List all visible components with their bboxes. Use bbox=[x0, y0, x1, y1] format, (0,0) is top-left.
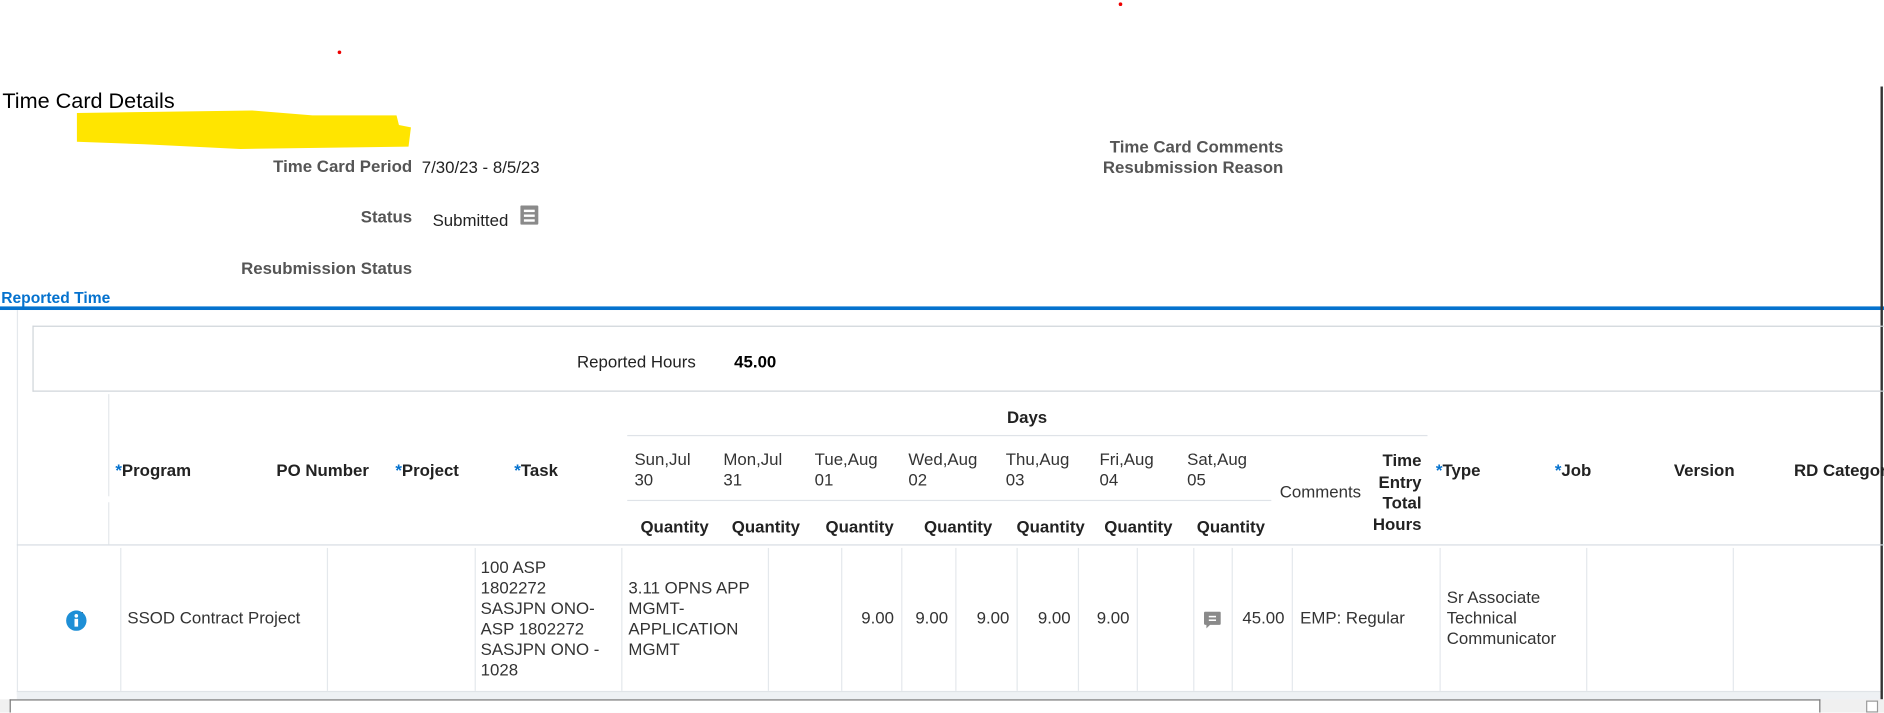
resubmission-reason-label: Resubmission Reason bbox=[1103, 157, 1283, 176]
cell-type: EMP: Regular bbox=[1300, 546, 1432, 691]
reported-hours-label: Reported Hours bbox=[577, 352, 696, 371]
header-version[interactable]: Version bbox=[1674, 460, 1735, 479]
header-job[interactable]: *Job bbox=[1555, 460, 1591, 479]
column-divider bbox=[1137, 548, 1138, 691]
header-quantity-6[interactable]: Quantity bbox=[1197, 517, 1265, 536]
header-day-0: Sun,Jul30 bbox=[634, 449, 690, 490]
column-divider bbox=[475, 548, 476, 691]
column-divider bbox=[327, 548, 328, 691]
column-divider bbox=[1078, 548, 1079, 691]
header-comments[interactable]: Comments bbox=[1280, 482, 1361, 501]
column-divider bbox=[1017, 548, 1018, 691]
time-card-page: Time Card Details Time Card Period 7/30/… bbox=[0, 0, 1884, 713]
header-day-5: Fri,Aug04 bbox=[1099, 449, 1153, 490]
time-card-period-value: 7/30/23 - 8/5/23 bbox=[422, 157, 540, 176]
header-quantity-1[interactable]: Quantity bbox=[732, 517, 800, 536]
section-title-reported-time: Reported Time bbox=[1, 288, 110, 306]
cell-quantity-5[interactable]: 9.00 bbox=[1078, 546, 1130, 691]
comment-icon[interactable] bbox=[1204, 612, 1221, 630]
header-day-2: Tue,Aug01 bbox=[815, 449, 878, 490]
section-divider bbox=[0, 306, 1884, 310]
header-days-group: Days bbox=[1007, 407, 1047, 426]
header-day-6: Sat,Aug05 bbox=[1187, 449, 1247, 490]
cell-project: 100 ASP 1802272 SASJPN ONO-ASP 1802272 S… bbox=[481, 546, 616, 691]
header-task[interactable]: *Task bbox=[514, 460, 558, 479]
header-day-4: Thu,Aug03 bbox=[1006, 449, 1070, 490]
header-program[interactable]: *Program bbox=[115, 460, 191, 479]
header-quantity-5[interactable]: Quantity bbox=[1104, 517, 1172, 536]
cell-quantity-2[interactable]: 9.00 bbox=[901, 546, 948, 691]
red-dot bbox=[1119, 2, 1123, 6]
column-divider bbox=[1586, 548, 1587, 691]
cell-quantity-0[interactable] bbox=[768, 546, 834, 691]
cell-job: Sr Associate Technical Communicator bbox=[1447, 546, 1579, 691]
header-po-number[interactable]: PO Number bbox=[276, 460, 369, 479]
cell-quantity-4[interactable]: 9.00 bbox=[1017, 546, 1071, 691]
cell-quantity-1[interactable]: 9.00 bbox=[841, 546, 894, 691]
cell-po-number bbox=[334, 546, 466, 691]
info-icon[interactable] bbox=[66, 610, 86, 630]
column-divider bbox=[120, 548, 121, 691]
column-divider bbox=[1733, 548, 1734, 691]
header-rd-category[interactable]: RD Category bbox=[1794, 460, 1884, 479]
cell-version bbox=[1593, 546, 1725, 691]
details-list-icon[interactable] bbox=[520, 205, 539, 224]
column-divider bbox=[841, 548, 842, 691]
column-divider bbox=[621, 548, 622, 691]
header-quantity-3[interactable]: Quantity bbox=[924, 517, 992, 536]
reported-hours-value: 45.00 bbox=[734, 352, 776, 371]
column-divider bbox=[901, 548, 902, 691]
horizontal-scrollbar[interactable] bbox=[0, 699, 1884, 712]
resubmission-status-label: Resubmission Status bbox=[241, 258, 412, 277]
status-value: Submitted bbox=[433, 210, 509, 229]
header-quantity-0[interactable]: Quantity bbox=[640, 517, 708, 536]
time-card-comments-label: Time Card Comments bbox=[1110, 137, 1284, 156]
status-label: Status bbox=[361, 207, 412, 226]
column-divider bbox=[1232, 548, 1233, 691]
vertical-scrollbar[interactable] bbox=[1881, 87, 1883, 700]
header-day-3: Wed,Aug02 bbox=[908, 449, 977, 490]
column-divider bbox=[768, 548, 769, 691]
header-day-1: Mon,Jul31 bbox=[723, 449, 782, 490]
header-quantity-4[interactable]: Quantity bbox=[1017, 517, 1085, 536]
scrollbar-thumb[interactable] bbox=[10, 699, 1821, 712]
time-card-period-label: Time Card Period bbox=[273, 156, 412, 175]
cell-quantity-6[interactable] bbox=[1137, 546, 1186, 691]
cell-total-hours: 45.00 bbox=[1232, 546, 1285, 691]
cell-program: SSOD Contract Project bbox=[127, 546, 319, 691]
cell-quantity-3[interactable]: 9.00 bbox=[955, 546, 1009, 691]
column-divider bbox=[1193, 548, 1194, 691]
scroll-right-arrow[interactable] bbox=[1866, 701, 1878, 713]
header-quantity-2[interactable]: Quantity bbox=[825, 517, 893, 536]
column-divider bbox=[955, 548, 956, 691]
header-project[interactable]: *Project bbox=[395, 460, 459, 479]
header-type[interactable]: *Type bbox=[1436, 460, 1481, 479]
column-divider bbox=[1440, 548, 1441, 691]
cell-rd-category bbox=[1740, 546, 1872, 691]
cell-task: 3.11 OPNS APP MGMT-APPLICATION MGMT bbox=[628, 546, 760, 691]
red-dot bbox=[338, 50, 342, 54]
column-divider bbox=[1292, 548, 1293, 691]
reported-hours-box: Reported Hours 45.00 bbox=[32, 326, 1884, 392]
header-time-entry-total-hours[interactable]: TimeEntryTotalHours bbox=[1373, 451, 1422, 535]
redaction-mark bbox=[72, 106, 414, 154]
